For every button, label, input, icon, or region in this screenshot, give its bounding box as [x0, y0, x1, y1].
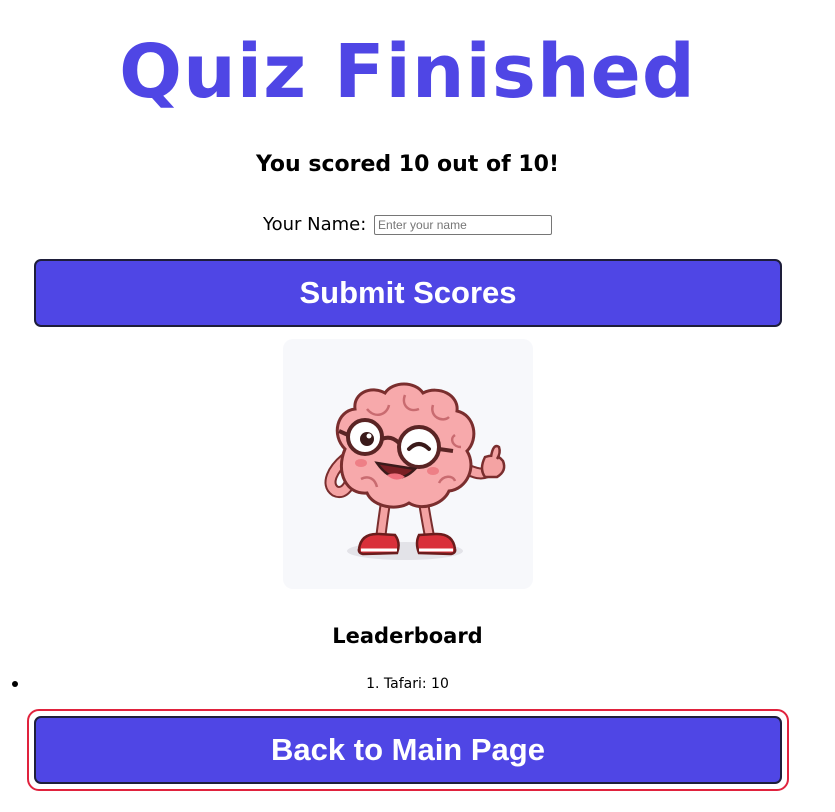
leaderboard-list: 1. Tafari: 10	[0, 672, 815, 696]
name-form: Your Name:	[0, 211, 815, 239]
page-title: Quiz Finished	[119, 29, 696, 115]
back-to-main-button[interactable]: Back to Main Page	[34, 716, 782, 784]
submit-scores-button[interactable]: Submit Scores	[34, 259, 782, 327]
leaderboard-entry-text: 1. Tafari: 10	[366, 676, 449, 692]
brain-mascot-icon	[324, 382, 506, 560]
leaderboard-heading: Leaderboard	[332, 624, 483, 648]
name-input[interactable]	[374, 215, 553, 235]
name-label: Your Name:	[262, 214, 367, 235]
score-text: You scored 10 out of 10!	[256, 152, 559, 177]
mascot-image	[283, 339, 533, 589]
bullet-icon	[12, 681, 18, 687]
leaderboard-entry: 1. Tafari: 10	[0, 672, 815, 696]
